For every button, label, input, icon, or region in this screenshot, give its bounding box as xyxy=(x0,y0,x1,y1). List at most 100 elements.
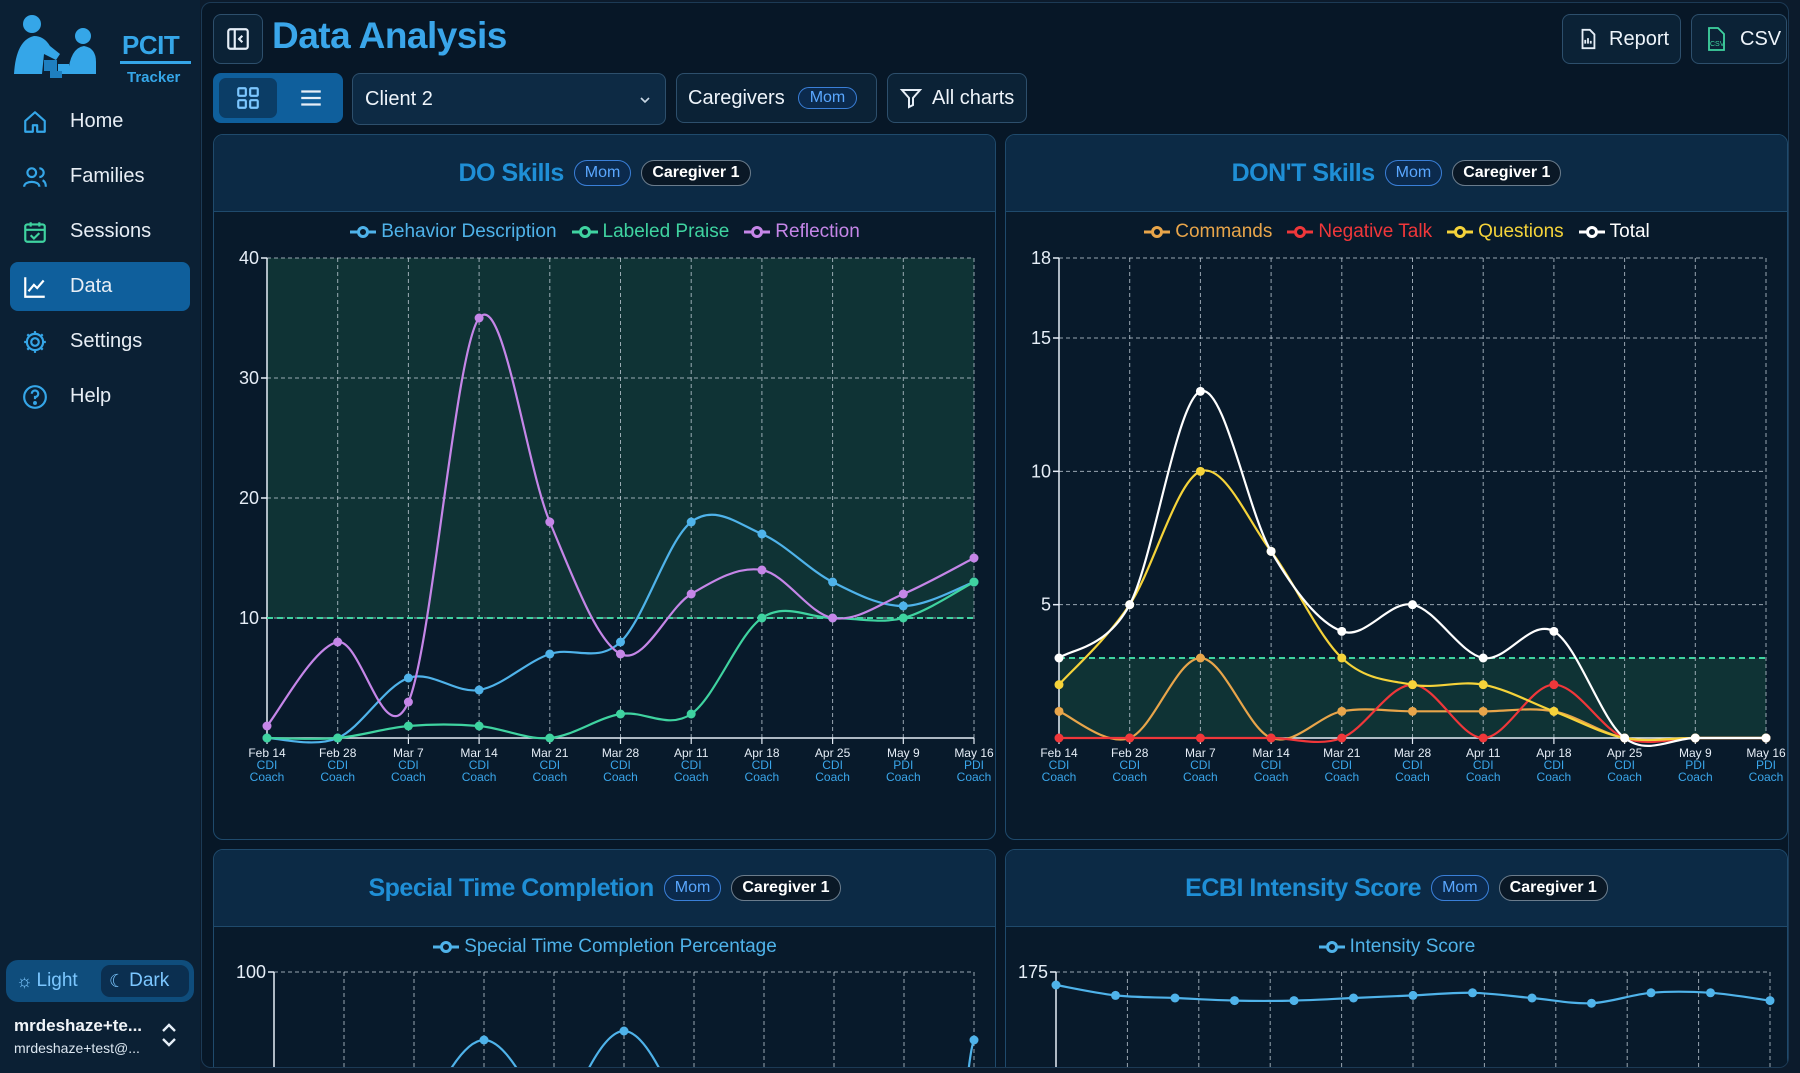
client-select[interactable]: Client 2 xyxy=(352,73,666,125)
sidebar-item-settings[interactable]: Settings xyxy=(10,317,190,366)
data-point xyxy=(1478,733,1488,743)
logo-divider xyxy=(120,61,191,64)
caregivers-label: Caregivers xyxy=(688,86,785,109)
x-tick-session-kind: Coach xyxy=(603,770,638,784)
data-point xyxy=(1478,653,1488,663)
x-tick-session-kind: Coach xyxy=(1537,770,1572,784)
svg-text:CSV: CSV xyxy=(1710,41,1725,48)
page-title: Data Analysis xyxy=(272,15,507,56)
gear-icon xyxy=(24,331,46,353)
data-point xyxy=(757,529,767,539)
theme-dark-label: Dark xyxy=(129,970,170,991)
x-tick-session-kind: Coach xyxy=(1607,770,1642,784)
data-point xyxy=(1337,706,1347,716)
ecbi-chart: 175 xyxy=(1018,962,1775,1067)
y-tick-label: 175 xyxy=(1018,962,1048,982)
sidebar-item-label: Families xyxy=(70,165,145,187)
x-tick-session-kind: Coach xyxy=(745,770,780,784)
data-point xyxy=(1170,993,1180,1003)
logo-title: PCIT xyxy=(122,30,180,60)
sidebar-item-label: Settings xyxy=(70,330,143,352)
data-point xyxy=(1337,733,1347,743)
sidebar-item-sessions[interactable]: Sessions xyxy=(10,207,190,256)
grid-view-button[interactable] xyxy=(219,78,277,118)
data-point xyxy=(1054,680,1064,690)
x-tick-session-kind: Coach xyxy=(1254,770,1289,784)
main-panel: Data Analysis Report CSV CSV Client 2 Ca… xyxy=(201,2,1789,1068)
data-point xyxy=(1549,680,1559,690)
charts-filter-button[interactable]: All charts xyxy=(887,73,1027,123)
theme-dark-option[interactable]: ☾ Dark xyxy=(101,965,189,997)
chevron-down-icon xyxy=(640,97,650,104)
data-point xyxy=(1289,996,1299,1006)
data-point xyxy=(616,649,625,659)
x-tick-session-kind: Coach xyxy=(1183,770,1218,784)
data-point xyxy=(1266,546,1276,556)
data-point xyxy=(1125,600,1135,610)
data-point xyxy=(1765,996,1775,1006)
ecbi-card: ECBI Intensity Score Mom Caregiver 1 Int… xyxy=(1005,849,1788,1067)
list-view-button[interactable] xyxy=(283,78,339,118)
data-point xyxy=(1646,988,1656,998)
collapse-sidebar-button[interactable] xyxy=(213,14,263,64)
data-point xyxy=(1195,466,1205,476)
y-tick-label: 20 xyxy=(239,488,259,508)
x-tick-session-kind: Coach xyxy=(391,770,426,784)
data-point xyxy=(1549,626,1559,636)
csv-button[interactable]: CSV CSV xyxy=(1691,14,1787,64)
data-point xyxy=(1408,680,1417,690)
data-point xyxy=(616,637,625,647)
data-point xyxy=(969,577,979,587)
file-csv-icon: CSV xyxy=(1708,27,1725,51)
help-circle-icon xyxy=(23,385,47,409)
caregivers-filter-button[interactable]: Caregivers Mom xyxy=(676,73,877,123)
data-point xyxy=(1761,733,1771,743)
report-button[interactable]: Report xyxy=(1562,14,1681,64)
data-point xyxy=(1349,993,1358,1003)
sun-icon: ☼ xyxy=(16,970,33,991)
app-logo[interactable]: PCIT Tracker xyxy=(10,14,191,86)
x-tick-session-kind: Coach xyxy=(1749,770,1784,784)
data-point xyxy=(619,1026,629,1036)
home-icon xyxy=(24,111,46,133)
sidebar-item-home[interactable]: Home xyxy=(10,97,190,146)
dont-skills-chart: 5101518Feb 14CDICoachFeb 28CDICoachMar 7… xyxy=(1031,248,1786,784)
x-tick-session-kind: Coach xyxy=(1042,770,1077,784)
theme-light-label: Light xyxy=(36,970,78,991)
y-tick-label: 15 xyxy=(1031,328,1051,348)
data-point xyxy=(545,649,555,659)
data-point xyxy=(1230,996,1239,1006)
data-point xyxy=(474,313,484,323)
chevron-up-down-icon[interactable] xyxy=(158,1020,180,1050)
x-tick-session-kind: Coach xyxy=(815,770,850,784)
theme-light-option[interactable]: ☼ Light xyxy=(16,965,96,997)
data-point xyxy=(757,613,767,623)
caregiver-badge: Mom xyxy=(797,87,858,109)
data-point xyxy=(757,565,767,575)
sidebar: PCIT Tracker Home Families Sessions Data… xyxy=(0,0,200,1073)
data-point xyxy=(403,721,413,731)
data-point xyxy=(898,589,908,599)
data-point xyxy=(1111,990,1120,1000)
sidebar-item-data[interactable]: Data xyxy=(10,262,190,311)
data-point xyxy=(828,577,838,587)
x-tick-session-kind: Coach xyxy=(1395,770,1430,784)
data-point xyxy=(1195,653,1205,663)
logo-subtitle: Tracker xyxy=(127,69,181,86)
sidebar-collapse-icon xyxy=(227,28,249,50)
user-name[interactable]: mrdeshaze+te... xyxy=(14,1016,142,1036)
x-tick-session-kind: Coach xyxy=(886,770,921,784)
data-point xyxy=(1478,680,1488,690)
y-tick-label: 30 xyxy=(239,368,259,388)
data-point xyxy=(1587,998,1596,1008)
data-point xyxy=(1408,990,1418,1000)
dont-skills-card: DON'T Skills Mom Caregiver 1 Commands Neg… xyxy=(1005,134,1788,840)
data-point xyxy=(1054,653,1064,663)
filter-icon xyxy=(899,89,923,109)
x-tick-session-kind: Coach xyxy=(1678,770,1713,784)
special-time-card: Special Time Completion Mom Caregiver 1 … xyxy=(213,849,996,1067)
sidebar-item-families[interactable]: Families xyxy=(10,152,190,201)
sidebar-item-help[interactable]: Help xyxy=(10,372,190,421)
data-point xyxy=(1549,706,1559,716)
x-tick-session-kind: Coach xyxy=(1466,770,1501,784)
